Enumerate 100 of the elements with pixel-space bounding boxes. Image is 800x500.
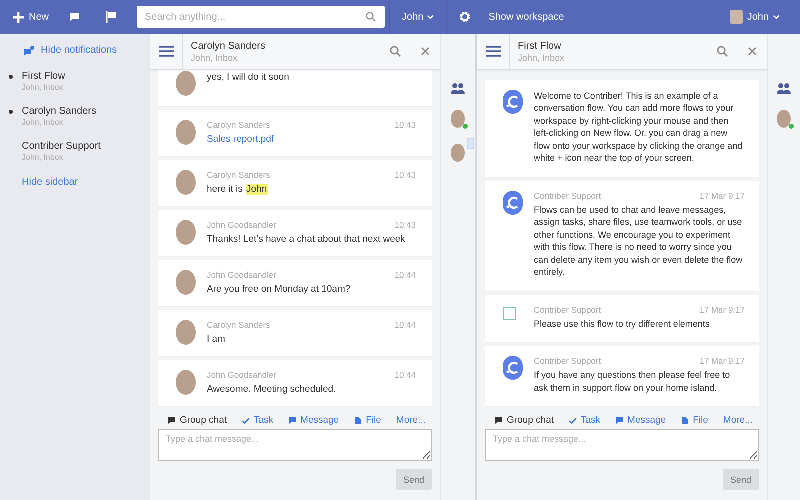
search-icon bbox=[716, 46, 728, 57]
composer-tab[interactable]: File bbox=[681, 415, 708, 426]
composer-tab[interactable]: Group chat bbox=[168, 415, 227, 426]
chat-bubble-icon bbox=[168, 416, 176, 424]
settings-icon bbox=[458, 11, 471, 23]
composer-tab[interactable]: Task bbox=[569, 415, 601, 426]
author-name: Contriber Support bbox=[534, 356, 602, 367]
search-icon bbox=[390, 46, 400, 57]
menu-icon bbox=[158, 46, 174, 57]
author-name: John Goodsandler bbox=[207, 220, 276, 231]
composer-tab[interactable]: Group chat bbox=[495, 415, 554, 426]
sidebar-item[interactable]: Carolyn Sanders John, Inbox bbox=[0, 105, 150, 128]
timestamp: 10:44 bbox=[394, 320, 416, 331]
avatar bbox=[176, 320, 196, 345]
task-checkbox[interactable] bbox=[503, 306, 516, 320]
timestamp: 17 Mar 9:17 bbox=[700, 304, 745, 316]
author-name: Carolyn Sanders bbox=[207, 170, 270, 181]
message-text: Awesome. Meeting scheduled. bbox=[207, 383, 338, 396]
timestamp: 10:44 bbox=[394, 370, 416, 381]
checkmark-icon bbox=[242, 416, 250, 424]
avatar bbox=[176, 220, 196, 245]
message-text: Please use this flow to try different elements bbox=[534, 318, 711, 330]
author-name: Carolyn Sanders bbox=[207, 120, 270, 131]
item-subtitle: John, Inbox bbox=[22, 118, 64, 128]
timestamp: 17 Mar 9:17 bbox=[700, 190, 745, 202]
new-button[interactable]: New bbox=[0, 0, 56, 34]
avatar bbox=[176, 370, 196, 395]
timestamp: 10:43 bbox=[394, 120, 416, 131]
avatar bbox=[451, 144, 465, 162]
people-icon bbox=[451, 82, 465, 94]
panel-subtitle: John, Inbox bbox=[518, 52, 566, 64]
people-icon bbox=[777, 82, 791, 94]
avatar bbox=[730, 10, 744, 24]
checkmark-icon bbox=[569, 416, 577, 424]
panel-title: First Flow bbox=[518, 40, 562, 52]
menu-icon bbox=[486, 46, 500, 57]
avatar bbox=[451, 110, 465, 128]
message-text: Are you free on Monday at 10am? bbox=[207, 283, 352, 296]
file-icon bbox=[681, 416, 690, 424]
author-name: Contriber Support bbox=[534, 304, 602, 316]
sidebar-item[interactable]: First Flow John, Inbox bbox=[0, 70, 150, 93]
chevron-down-icon bbox=[773, 14, 780, 20]
message-text: Flows can be used to chat and leave messages, assign tasks, share files, use teamwork tools, or use other functions. We encourage you to experiment with this flow. There is no need to worry since you can delete any item you wish or even delete the flow entirely. bbox=[534, 204, 744, 278]
avatar bbox=[176, 120, 196, 145]
note-icon bbox=[288, 416, 297, 424]
hide-notifications-link[interactable]: Hide notifications bbox=[0, 45, 150, 56]
message-input[interactable]: Type a chat message... bbox=[158, 429, 432, 461]
note-icon bbox=[616, 416, 624, 424]
logo-icon bbox=[503, 190, 523, 214]
avatar bbox=[777, 110, 791, 128]
avatar bbox=[176, 270, 196, 295]
timestamp: 17 Mar 9:17 bbox=[700, 356, 745, 367]
message-text: Thanks! Let’s have a chat about that next week bbox=[207, 233, 406, 246]
chat-bubble-icon bbox=[69, 12, 80, 22]
author-name: John Goodsandler bbox=[207, 270, 276, 281]
composer-tab[interactable]: Message bbox=[616, 415, 666, 426]
sidebar-item[interactable]: Contriber Support John, Inbox bbox=[0, 140, 150, 163]
timestamp: 10:44 bbox=[394, 270, 416, 281]
composer-tab[interactable]: Task bbox=[242, 415, 274, 426]
timestamp: 10:43 bbox=[394, 220, 416, 231]
author-name: Contriber Support bbox=[534, 190, 602, 202]
message-text: here it is John bbox=[207, 183, 270, 196]
timestamp: 10:43 bbox=[394, 170, 416, 181]
logo-icon bbox=[503, 90, 523, 114]
file-icon bbox=[354, 416, 362, 424]
chevron-down-icon bbox=[426, 14, 434, 20]
avatar bbox=[176, 71, 196, 96]
send-button[interactable]: Send bbox=[723, 469, 759, 490]
message-text: If you have any questions then please feel free to ask them in support flow on your home island. bbox=[534, 369, 732, 394]
account-menu[interactable]: John bbox=[730, 0, 800, 34]
composer-tab[interactable]: File bbox=[354, 415, 382, 426]
message-text: I am bbox=[207, 333, 226, 346]
message-input[interactable]: Type a chat message... bbox=[485, 429, 759, 461]
item-title: First Flow bbox=[22, 70, 66, 83]
plus-icon bbox=[13, 12, 24, 22]
avatar bbox=[176, 170, 196, 195]
message-text: yes, I will do it soon bbox=[207, 71, 290, 84]
chat-bubble-icon bbox=[495, 416, 503, 424]
item-subtitle: John, Inbox bbox=[22, 153, 64, 163]
search-icon bbox=[366, 12, 376, 22]
send-button[interactable]: Send bbox=[396, 469, 432, 490]
close-icon bbox=[420, 47, 430, 56]
composer-tab[interactable]: More... bbox=[723, 415, 753, 426]
composer-tab[interactable]: Message bbox=[288, 415, 340, 426]
hide-sidebar-link[interactable]: Hide sidebar bbox=[0, 177, 78, 188]
panel-title: Carolyn Sanders bbox=[191, 40, 266, 52]
item-title: Carolyn Sanders bbox=[22, 105, 96, 118]
item-subtitle: John, Inbox bbox=[22, 83, 64, 93]
notification-icon bbox=[24, 46, 35, 56]
show-workspace-button[interactable]: Show workspace bbox=[482, 0, 574, 34]
item-title: Contriber Support bbox=[22, 140, 101, 153]
composer-tab[interactable]: More... bbox=[396, 415, 426, 426]
file-link[interactable]: Sales report.pdf bbox=[207, 134, 274, 145]
flag-icon bbox=[106, 11, 118, 23]
search-field[interactable]: Search anything... bbox=[137, 6, 386, 28]
message-text: Welcome to Contriber! This is an example of a conversation flow. You can add more flows to your workspace by right-clicking your mouse and then left-clicking on New flow. Or, you can drag a new flow onto your workspace by clicking the orange and white + icon near the top of your screen. bbox=[534, 90, 744, 164]
close-icon bbox=[748, 47, 756, 56]
author-name: Carolyn Sanders bbox=[207, 320, 270, 331]
panel-subtitle: John, Inbox bbox=[191, 52, 239, 64]
author-name: John Goodsandler bbox=[207, 370, 276, 381]
